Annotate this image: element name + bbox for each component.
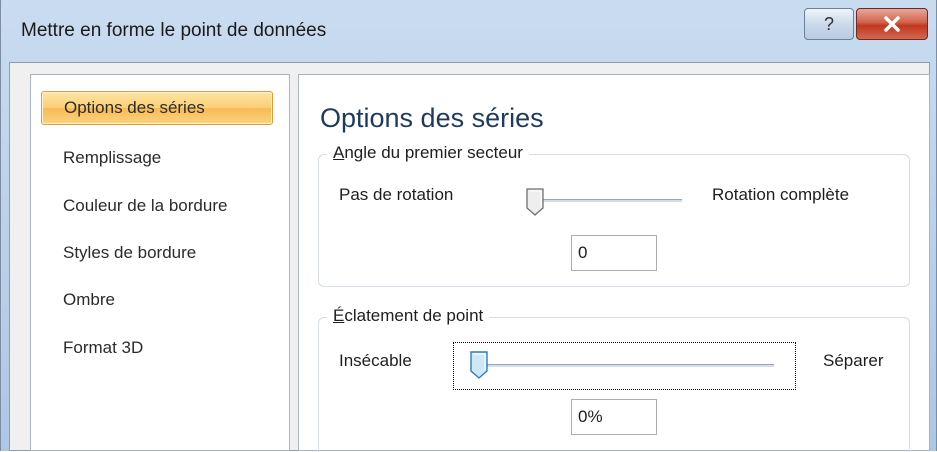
nav-item-label: Couleur de la bordure: [63, 196, 228, 215]
explosion-min-label: Insécable: [339, 351, 412, 370]
dialog-title: Mettre en forme le point de données: [21, 20, 327, 41]
angle-max-label: Rotation complète: [712, 185, 850, 204]
nav-item-label: Options des séries: [64, 98, 205, 117]
nav-item-label: Ombre: [63, 290, 115, 309]
nav-item-styles-bordure[interactable]: Styles de bordure: [41, 236, 273, 270]
nav-item-label: Format 3D: [63, 338, 144, 357]
dialog-window: Mettre en forme le point de données ? Op…: [0, 0, 937, 452]
explosion-max-label: Séparer: [823, 351, 884, 370]
angle-value-input[interactable]: 0: [571, 235, 657, 271]
nav-item-options-series[interactable]: Options des séries: [41, 91, 273, 125]
panel-title: Options des séries: [320, 103, 544, 133]
explosion-slider-track[interactable]: [474, 364, 774, 368]
close-icon: [884, 16, 900, 32]
angle-min-label: Pas de rotation: [339, 185, 454, 204]
nav-item-format-3d[interactable]: Format 3D: [41, 331, 273, 365]
explosion-group: Éclatement de point Insécable Séparer 0%: [318, 306, 910, 452]
nav-item-ombre[interactable]: Ombre: [41, 283, 273, 317]
help-icon: ?: [823, 13, 834, 34]
group-label-text: clatement de point: [344, 306, 484, 325]
explosion-value: 0%: [578, 407, 603, 426]
nav-item-remplissage[interactable]: Remplissage: [41, 141, 273, 175]
angle-slider-track[interactable]: [534, 199, 682, 203]
nav-item-label: Styles de bordure: [63, 243, 197, 262]
angle-group-label: Angle du premier secteur: [327, 143, 529, 163]
nav-item-label: Remplissage: [63, 148, 162, 167]
close-button[interactable]: [856, 8, 928, 40]
angle-group: Angle du premier secteur Pas de rotation…: [318, 143, 910, 287]
title-bar[interactable]: Mettre en forme le point de données ?: [1, 0, 937, 62]
options-panel: Options des séries Angle du premier sect…: [298, 74, 930, 452]
access-key: É: [333, 306, 345, 325]
help-button[interactable]: ?: [804, 8, 854, 40]
explosion-value-input[interactable]: 0%: [571, 399, 657, 435]
nav-item-couleur-bordure[interactable]: Couleur de la bordure: [41, 189, 273, 223]
explosion-group-label: Éclatement de point: [327, 306, 490, 326]
angle-slider-thumb[interactable]: [525, 187, 545, 217]
category-list: Options des séries Remplissage Couleur d…: [30, 74, 290, 451]
angle-value: 0: [578, 243, 588, 262]
access-key: A: [333, 143, 345, 162]
explosion-slider-thumb[interactable]: [469, 350, 489, 380]
group-label-text: ngle du premier secteur: [344, 143, 523, 162]
